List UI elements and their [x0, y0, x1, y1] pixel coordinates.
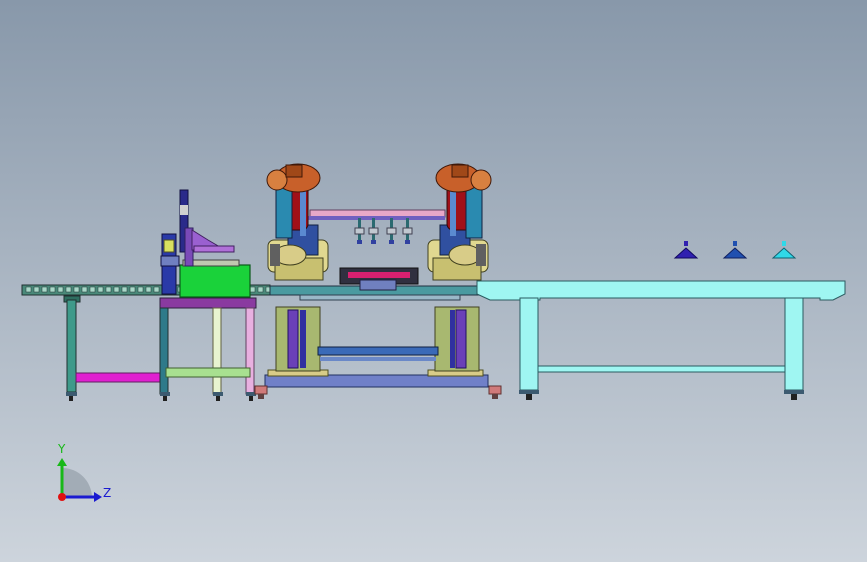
part-marker-icon [722, 241, 748, 259]
conveyor-roller [129, 286, 136, 293]
conveyor-roller [73, 286, 80, 293]
conveyor-roller [145, 286, 152, 293]
assembly-model[interactable] [0, 0, 867, 562]
conveyor-roller [121, 286, 128, 293]
conveyor-roller [105, 286, 112, 293]
robot-arm-right[interactable] [427, 163, 492, 281]
conveyor-roller [49, 286, 56, 293]
output-table[interactable] [476, 280, 846, 400]
gripper-tools [354, 218, 413, 244]
conveyor-roller [153, 286, 160, 293]
z-axis-label: Z [103, 486, 112, 500]
conveyor-roller [81, 286, 88, 293]
coordinate-triad-icon [57, 458, 102, 502]
conveyor-roller [113, 286, 120, 293]
conveyor-roller [33, 286, 40, 293]
conveyor-roller [97, 286, 104, 293]
gripper-tool [368, 218, 379, 244]
conveyor-roller [25, 286, 32, 293]
conveyor-roller [137, 286, 144, 293]
robot-arm-left[interactable] [266, 163, 329, 281]
conveyor-roller [249, 286, 256, 293]
conveyor-roller [257, 286, 264, 293]
y-axis-label: Y [58, 442, 66, 456]
robot-cell[interactable] [254, 163, 502, 399]
conveyor-roller [41, 286, 48, 293]
conveyor-roller [65, 286, 72, 293]
conveyor-roller [57, 286, 64, 293]
cad-viewport[interactable]: Y Z [0, 0, 867, 562]
part-marker-icon [673, 241, 699, 259]
gripper-tool [386, 218, 397, 244]
part-marker-icon [771, 241, 797, 259]
gripper-tool [354, 218, 365, 244]
conveyor-roller [89, 286, 96, 293]
gripper-tool [402, 218, 413, 244]
